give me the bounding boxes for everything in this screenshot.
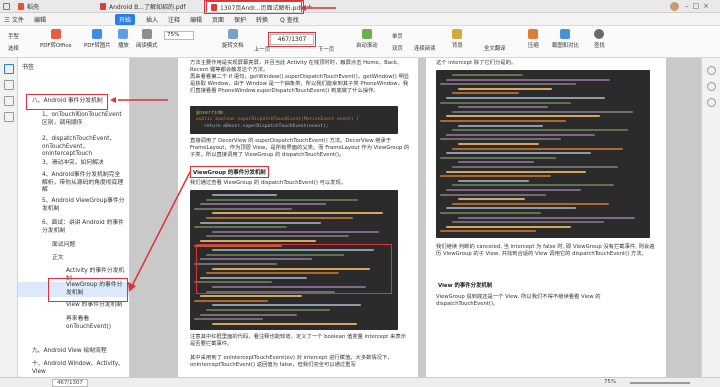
arrow-head [128,282,136,292]
arrow-head [300,5,306,11]
arrow-line [131,171,191,287]
arrow-head [110,97,116,103]
annotation-arrows [110,5,336,292]
